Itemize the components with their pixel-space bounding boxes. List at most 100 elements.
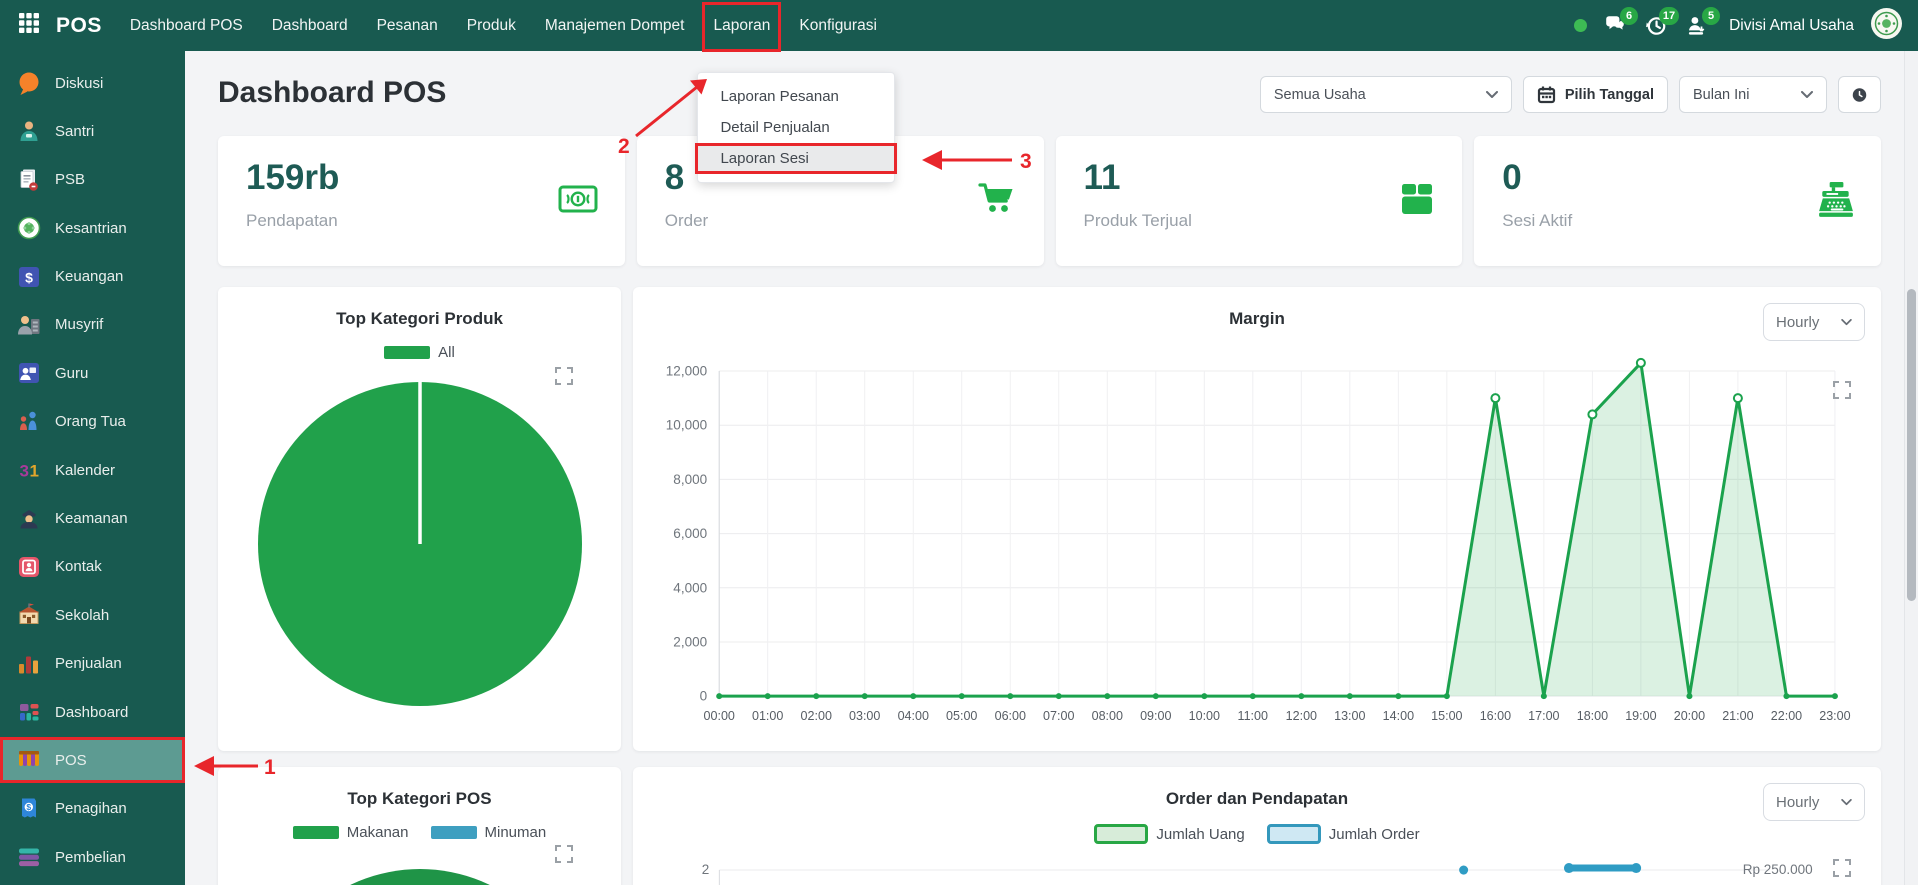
- sidebar-item-label: PSB: [55, 171, 85, 188]
- nav-item-dashboard-pos[interactable]: Dashboard POS: [130, 17, 243, 35]
- chart-title: Order dan Pendapatan: [633, 789, 1881, 809]
- nav-item-dashboard[interactable]: Dashboard: [272, 17, 348, 35]
- stat-label: Produk Terjual: [1084, 211, 1435, 231]
- user-requests-icon[interactable]: 5: [1686, 15, 1710, 37]
- nav-item-pesanan[interactable]: Pesanan: [377, 17, 438, 35]
- avatar[interactable]: [1871, 8, 1902, 44]
- menu-item-detail-penjualan[interactable]: Detail Penjualan: [698, 112, 894, 143]
- menu-item-laporan-sesi[interactable]: Laporan Sesi: [695, 143, 897, 174]
- sidebar-item-label: Orang Tua: [55, 413, 126, 430]
- top-kategori-produk-card: Top Kategori Produk All: [218, 287, 621, 751]
- legend-item[interactable]: Jumlah Order: [1267, 824, 1420, 844]
- page-title: Dashboard POS: [218, 76, 446, 110]
- sidebar-item-orang-tua[interactable]: Orang Tua: [0, 402, 185, 442]
- legend-item[interactable]: Makanan: [293, 824, 409, 841]
- nav-item-konfigurasi[interactable]: Konfigurasi: [799, 17, 877, 35]
- sidebar-item-penjualan[interactable]: Penjualan: [0, 644, 185, 684]
- sidebar-item-kontak[interactable]: Kontak: [0, 547, 185, 587]
- history-button[interactable]: [1838, 76, 1881, 113]
- legend-item[interactable]: All: [384, 344, 455, 361]
- fullscreen-icon[interactable]: [555, 845, 573, 863]
- sidebar-item-keuangan[interactable]: $Keuangan: [0, 257, 185, 297]
- chat-icon: [16, 70, 42, 96]
- svg-text:21:00: 21:00: [1722, 709, 1753, 723]
- svg-text:05:00: 05:00: [946, 709, 977, 723]
- sidebar-item-musyrif[interactable]: Musyrif: [0, 305, 185, 345]
- legend-label: Makanan: [347, 824, 409, 841]
- order-chart-legend: Jumlah Uang Jumlah Order: [633, 824, 1881, 844]
- pie-chart-pos-partial: [260, 869, 580, 885]
- interval-value: Hourly: [1776, 314, 1819, 331]
- scrollbar-thumb[interactable]: [1907, 289, 1916, 601]
- business-select[interactable]: Semua Usaha: [1260, 76, 1512, 113]
- svg-text:07:00: 07:00: [1043, 709, 1074, 723]
- user-badge: 5: [1702, 7, 1720, 25]
- svg-text:11:00: 11:00: [1238, 709, 1268, 723]
- keuangan-icon: $: [16, 264, 42, 290]
- legend-item[interactable]: Jumlah Uang: [1094, 824, 1244, 844]
- margin-interval-select[interactable]: Hourly: [1763, 303, 1865, 341]
- svg-text:$: $: [25, 269, 33, 285]
- sidebar-item-penagihan[interactable]: $ Penagihan: [0, 789, 185, 829]
- svg-text:4,000: 4,000: [673, 580, 707, 595]
- navbar-menu: Dashboard POS Dashboard Pesanan Produk Manaj…: [130, 17, 877, 35]
- fullscreen-icon[interactable]: [555, 367, 573, 385]
- santri-icon: [16, 118, 42, 144]
- cart-icon: [978, 182, 1018, 221]
- svg-text:6,000: 6,000: [673, 526, 707, 541]
- period-select[interactable]: Bulan Ini: [1679, 76, 1827, 113]
- stat-value: 11: [1084, 158, 1435, 198]
- sidebar-item-kesantrian[interactable]: Kesantrian: [0, 208, 185, 248]
- sidebar-item-label: Penagihan: [55, 800, 127, 817]
- fullscreen-icon[interactable]: [1833, 381, 1851, 399]
- pie-legend: All: [218, 344, 621, 361]
- chevron-down-icon: [1486, 91, 1498, 99]
- stat-label: Sesi Aktif: [1502, 211, 1853, 231]
- svg-text:02:00: 02:00: [801, 709, 832, 723]
- order-interval-select[interactable]: Hourly: [1763, 783, 1865, 821]
- svg-text:03:00: 03:00: [849, 709, 880, 723]
- bottom-charts-row: Top Kategori POS Makanan Minuman Order d…: [218, 767, 1881, 885]
- sidebar-item-santri[interactable]: Santri: [0, 111, 185, 151]
- stat-label: Pendapatan: [246, 211, 597, 231]
- history-icon[interactable]: 17: [1645, 15, 1669, 37]
- sidebar-item-diskusi[interactable]: Diskusi: [0, 63, 185, 103]
- clock-icon: [1852, 85, 1867, 105]
- svg-text:12:00: 12:00: [1286, 709, 1317, 723]
- account-name[interactable]: Divisi Amal Usaha: [1729, 17, 1854, 35]
- nav-item-laporan[interactable]: Laporan: [713, 17, 770, 35]
- sidebar-item-pembelian[interactable]: Pembelian: [0, 837, 185, 877]
- sidebar-item-psb[interactable]: PSB: [0, 160, 185, 200]
- margin-area-chart: 02,0004,0006,0008,00010,00012,00000:0001…: [633, 355, 1881, 741]
- sidebar-item-kalender[interactable]: 31Kalender: [0, 450, 185, 490]
- penagihan-icon: $: [16, 796, 42, 822]
- top-navbar: POS Dashboard POSDashboardPesananProdukM…: [0, 0, 1918, 51]
- pick-date-button[interactable]: Pilih Tanggal: [1523, 76, 1668, 113]
- chat-icon[interactable]: 6: [1604, 15, 1628, 37]
- charts-row: Top Kategori Produk All Margin Hourly: [218, 287, 1881, 751]
- sidebar-item-label: Guru: [55, 365, 88, 382]
- sidebar-item-label: Sekolah: [55, 607, 109, 624]
- sidebar-item-sekolah[interactable]: Sekolah: [0, 595, 185, 635]
- sidebar-item-pos[interactable]: POS: [0, 737, 185, 783]
- interval-value: Hourly: [1776, 794, 1819, 811]
- sidebar-item-label: Santri: [55, 123, 94, 140]
- pos-icon: [16, 747, 42, 773]
- kalender-icon: 31: [16, 457, 42, 483]
- menu-item-laporan-pesanan[interactable]: Laporan Pesanan: [698, 81, 894, 112]
- nav-item-manajemen-dompet[interactable]: Manajemen Dompet: [545, 17, 685, 35]
- apps-grid-icon[interactable]: [18, 12, 40, 39]
- psb-icon: [16, 167, 42, 193]
- sidebar-item-dashboard[interactable]: Dashboard: [0, 692, 185, 732]
- chevron-down-icon: [1801, 91, 1813, 99]
- legend-item[interactable]: Minuman: [431, 824, 547, 841]
- svg-text:22:00: 22:00: [1771, 709, 1802, 723]
- cash-register-icon: [1817, 182, 1855, 223]
- page-scrollbar: [1904, 51, 1918, 885]
- chart-title: Top Kategori POS: [218, 789, 621, 809]
- legend-swatch-minuman: [431, 826, 477, 839]
- penjualan-icon: [16, 651, 42, 677]
- nav-item-produk[interactable]: Produk: [467, 17, 516, 35]
- sidebar-item-guru[interactable]: Guru: [0, 353, 185, 393]
- sidebar-item-keamanan[interactable]: Keamanan: [0, 499, 185, 539]
